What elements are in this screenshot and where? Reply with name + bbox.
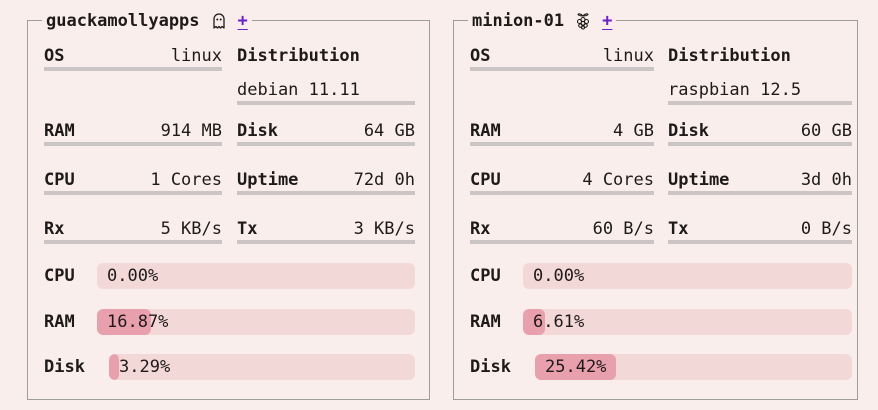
ram-usage-row: RAM 16.87%: [44, 309, 415, 335]
cpu-label: CPU: [470, 170, 501, 190]
disk-usage-bar: 3.29%: [109, 354, 415, 380]
machine-name: guackamollyapps: [46, 11, 200, 31]
cpu-usage-bar: 0.00%: [97, 263, 415, 289]
cpu-usage-label: CPU: [44, 266, 75, 286]
ram-usage-row: RAM 6.61%: [470, 309, 852, 335]
disk-field: Disk 60 GB: [668, 106, 852, 146]
add-button[interactable]: +: [602, 9, 612, 33]
tx-value: 3 KB/s: [353, 219, 415, 239]
cpu-value: 1 Cores: [150, 170, 222, 190]
disk-label: Disk: [668, 121, 709, 141]
tx-label: Tx: [237, 219, 258, 239]
rx-value: 60 B/s: [592, 219, 654, 239]
raspberry-icon: [574, 12, 592, 30]
cpu-field: CPU 4 Cores: [470, 155, 654, 195]
machine-card-guackamollyapps: guackamollyapps + OS linux Distribution …: [27, 9, 430, 400]
tx-label: Tx: [668, 219, 689, 239]
ram-field: RAM 914 MB: [44, 106, 222, 146]
rx-label: Rx: [44, 219, 65, 239]
os-value: linux: [170, 46, 222, 66]
cpu-usage-row: CPU 0.00%: [470, 263, 852, 289]
card-header: guackamollyapps +: [42, 9, 252, 33]
disk-usage-row: Disk 3.29%: [44, 354, 415, 380]
cpu-usage-bar: 0.00%: [523, 263, 852, 289]
disk-value: 64 GB: [363, 121, 415, 141]
machine-card-minion-01: minion-01 + OS linux Distribution raspbi…: [453, 9, 858, 400]
os-label: OS: [44, 46, 65, 66]
card-header: minion-01 +: [468, 9, 617, 33]
add-button[interactable]: +: [238, 9, 248, 33]
cpu-usage-value: 0.00%: [533, 266, 585, 286]
uptime-value: 72d 0h: [353, 170, 415, 190]
distribution-field: Distribution debian 11.11: [237, 31, 415, 105]
cpu-label: CPU: [44, 170, 75, 190]
ram-usage-value: 16.87%: [107, 312, 169, 332]
distribution-field: Distribution raspbian 12.5: [668, 31, 852, 105]
uptime-value: 3d 0h: [800, 170, 852, 190]
os-field: OS linux: [44, 31, 222, 71]
os-spacer: [44, 69, 222, 105]
os-value: linux: [602, 46, 654, 66]
cpu-usage-row: CPU 0.00%: [44, 263, 415, 289]
ram-label: RAM: [470, 121, 501, 141]
disk-value: 60 GB: [800, 121, 852, 141]
disk-field: Disk 64 GB: [237, 106, 415, 146]
distribution-value: debian 11.11: [237, 80, 360, 100]
distribution-label: Distribution: [237, 46, 360, 66]
ram-usage-bar: 6.61%: [523, 309, 852, 335]
disk-usage-value: 25.42%: [545, 357, 607, 377]
tx-value: 0 B/s: [800, 219, 852, 239]
rx-field: Rx 60 B/s: [470, 204, 654, 244]
rx-value: 5 KB/s: [160, 219, 222, 239]
cpu-usage-label: CPU: [470, 266, 501, 286]
os-label: OS: [470, 46, 491, 66]
cpu-field: CPU 1 Cores: [44, 155, 222, 195]
ram-usage-label: RAM: [44, 312, 75, 332]
cpu-value: 4 Cores: [582, 170, 654, 190]
uptime-field: Uptime 3d 0h: [668, 155, 852, 195]
disk-label: Disk: [237, 121, 278, 141]
ram-value: 914 MB: [160, 121, 222, 141]
rx-field: Rx 5 KB/s: [44, 204, 222, 244]
disk-usage-row: Disk 25.42%: [470, 354, 852, 380]
ram-usage-value: 6.61%: [533, 312, 585, 332]
rx-label: Rx: [470, 219, 491, 239]
os-field: OS linux: [470, 31, 654, 71]
disk-usage-label: Disk: [470, 357, 511, 377]
distribution-label: Distribution: [668, 46, 791, 66]
disk-usage-fill: [109, 354, 120, 380]
uptime-label: Uptime: [668, 170, 730, 190]
uptime-field: Uptime 72d 0h: [237, 155, 415, 195]
ram-value: 4 GB: [613, 121, 654, 141]
uptime-label: Uptime: [237, 170, 299, 190]
disk-usage-value: 3.29%: [119, 357, 171, 377]
ram-usage-bar: 16.87%: [97, 309, 415, 335]
ram-field: RAM 4 GB: [470, 106, 654, 146]
os-spacer: [470, 69, 654, 105]
tx-field: Tx 0 B/s: [668, 204, 852, 244]
cpu-usage-value: 0.00%: [107, 266, 159, 286]
tx-field: Tx 3 KB/s: [237, 204, 415, 244]
ram-usage-label: RAM: [470, 312, 501, 332]
ghost-icon: [210, 12, 228, 30]
disk-usage-bar: 25.42%: [535, 354, 852, 380]
ram-label: RAM: [44, 121, 75, 141]
disk-usage-label: Disk: [44, 357, 85, 377]
machine-name: minion-01: [472, 11, 565, 31]
distribution-value: raspbian 12.5: [668, 80, 802, 100]
